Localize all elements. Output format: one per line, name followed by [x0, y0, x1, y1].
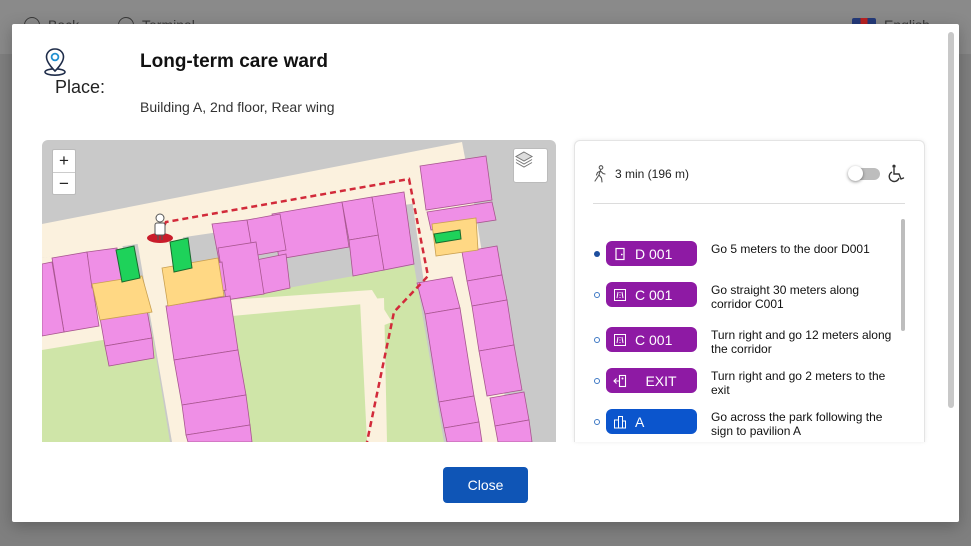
- corridor-icon: [614, 333, 626, 346]
- route-step[interactable]: D 001 Go 5 meters to the door D001: [575, 241, 905, 281]
- step-instruction: Turn right and go 2 meters to the exit: [711, 369, 886, 397]
- location-pin-icon: [44, 48, 66, 76]
- step-indicator-dot: [594, 419, 600, 425]
- step-indicator-dot: [594, 337, 600, 343]
- location-subtitle: Building A, 2nd floor, Rear wing: [140, 99, 335, 115]
- elevator-center: [169, 237, 193, 273]
- zoom-out-button[interactable]: −: [53, 172, 75, 194]
- step-instruction: Go 5 meters to the door D001: [711, 242, 870, 256]
- wheelchair-icon: [888, 164, 905, 183]
- step-instruction: Go straight 30 meters along corridor C00…: [711, 283, 860, 311]
- building-icon: [614, 415, 626, 428]
- exit-icon: [613, 374, 627, 387]
- stairs-left: [91, 275, 153, 321]
- floor-plan: [42, 142, 533, 442]
- step-indicator-dot: [594, 292, 600, 298]
- step-indicator-dot: [594, 251, 600, 257]
- step-badge-label: C 001: [635, 331, 673, 348]
- step-indicator-dot: [594, 378, 600, 384]
- route-step[interactable]: C 001 Go straight 30 meters along corrid…: [575, 282, 905, 322]
- panel-divider: [593, 203, 905, 204]
- step-badge-door[interactable]: D 001: [606, 241, 697, 266]
- step-badge-building[interactable]: A: [606, 409, 697, 434]
- step-badge-label: EXIT: [645, 372, 677, 389]
- toggle-knob: [848, 166, 863, 181]
- route-panel: 3 min (196 m) D 001 Go 5 meters to the d…: [574, 140, 925, 442]
- layers-button[interactable]: [513, 148, 548, 183]
- indoor-map[interactable]: + −: [42, 140, 556, 442]
- accessibility-toggle[interactable]: [848, 166, 880, 181]
- step-badge-exit[interactable]: EXIT: [606, 368, 697, 393]
- close-button[interactable]: Close: [443, 467, 528, 503]
- route-step[interactable]: EXIT Turn right and go 2 meters to the e…: [575, 368, 905, 408]
- place-label: Place:: [55, 77, 106, 97]
- door-icon: [615, 247, 625, 260]
- route-step[interactable]: A Go across the park following the sign …: [575, 409, 905, 442]
- step-badge-corridor[interactable]: C 001: [606, 327, 697, 352]
- route-duration: 3 min (196 m): [615, 167, 690, 181]
- step-instruction: Turn right and go 12 meters along the co…: [711, 328, 892, 356]
- dialog-scrollbar[interactable]: [948, 32, 954, 408]
- layers-icon: [514, 151, 534, 168]
- step-instruction: Go across the park following the sign to…: [711, 410, 883, 438]
- page-title: Long-term care ward: [140, 51, 328, 72]
- route-step[interactable]: C 001 Turn right and go 12 meters along …: [575, 327, 905, 367]
- step-badge-label: A: [635, 413, 645, 430]
- step-badge-label: D 001: [635, 245, 673, 262]
- walking-person-icon: [594, 165, 606, 183]
- step-badge-corridor[interactable]: C 001: [606, 282, 697, 307]
- zoom-control: + −: [52, 149, 76, 195]
- zoom-in-button[interactable]: +: [53, 150, 75, 172]
- corridor-icon: [614, 288, 626, 301]
- step-badge-label: C 001: [635, 286, 673, 303]
- route-dialog: Place: Long-term care ward Building A, 2…: [12, 24, 959, 522]
